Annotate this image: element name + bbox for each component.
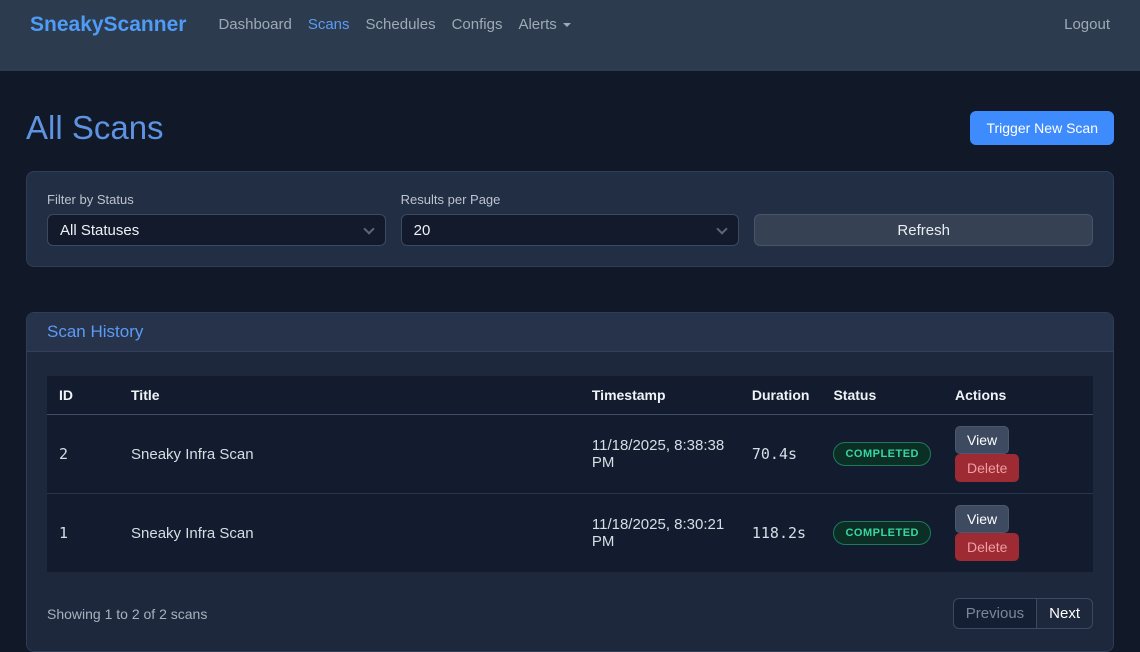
navbar: SneakyScanner Dashboard Scans Schedules … <box>0 0 1140 71</box>
per-page-select-wrap: 20 <box>401 214 740 246</box>
nav-links: Dashboard Scans Schedules Configs Alerts <box>210 12 578 37</box>
scan-history-card: Scan History ID Title Timestamp Dur <box>26 312 1114 652</box>
scan-title: Sneaky Infra Scan <box>119 415 580 494</box>
status-filter-select[interactable]: All Statuses <box>47 214 386 246</box>
caret-down-icon <box>563 23 571 27</box>
next-page-button[interactable]: Next <box>1036 598 1093 629</box>
scan-id: 2 <box>47 415 119 494</box>
status-filter-group: Filter by Status All Statuses <box>47 192 386 246</box>
column-header-timestamp: Timestamp <box>580 376 740 415</box>
per-page-select[interactable]: 20 <box>401 214 740 246</box>
filter-panel: Filter by Status All Statuses Results pe… <box>26 171 1114 267</box>
status-filter-label: Filter by Status <box>47 192 386 207</box>
column-header-duration: Duration <box>740 376 822 415</box>
scan-actions-cell: View Delete <box>943 415 1093 494</box>
nav-item-schedules[interactable]: Schedules <box>358 12 444 37</box>
delete-button[interactable]: Delete <box>955 454 1019 482</box>
pagination: Previous Next <box>953 598 1093 629</box>
table-footer: Showing 1 to 2 of 2 scans Previous Next <box>47 598 1093 629</box>
logout-link[interactable]: Logout <box>1064 16 1110 33</box>
per-page-label: Results per Page <box>401 192 740 207</box>
scan-status-cell: COMPLETED <box>821 494 943 573</box>
nav-item-scans[interactable]: Scans <box>300 12 358 37</box>
delete-button[interactable]: Delete <box>955 533 1019 561</box>
status-filter-select-wrap: All Statuses <box>47 214 386 246</box>
results-summary: Showing 1 to 2 of 2 scans <box>47 606 207 622</box>
page-title: All Scans <box>26 109 164 147</box>
page-container: All Scans Trigger New Scan Filter by Sta… <box>0 109 1140 652</box>
table-header-row: ID Title Timestamp Duration Status Actio… <box>47 376 1093 415</box>
scan-id: 1 <box>47 494 119 573</box>
scan-timestamp: 11/18/2025, 8:38:38 PM <box>580 415 740 494</box>
view-button[interactable]: View <box>955 426 1009 454</box>
table-row: 2 Sneaky Infra Scan 11/18/2025, 8:38:38 … <box>47 415 1093 494</box>
scan-table: ID Title Timestamp Duration Status Actio… <box>47 376 1093 572</box>
nav-item-configs[interactable]: Configs <box>444 12 511 37</box>
scan-history-header: Scan History <box>27 313 1113 352</box>
nav-item-dashboard[interactable]: Dashboard <box>210 12 299 37</box>
column-header-actions: Actions <box>943 376 1093 415</box>
page-header: All Scans Trigger New Scan <box>26 109 1114 147</box>
scan-duration: 70.4s <box>740 415 822 494</box>
refresh-group: Refresh <box>754 192 1093 246</box>
trigger-new-scan-button[interactable]: Trigger New Scan <box>970 111 1114 145</box>
nav-item-alerts-label: Alerts <box>518 16 556 33</box>
status-badge: COMPLETED <box>833 442 931 466</box>
table-row: 1 Sneaky Infra Scan 11/18/2025, 8:30:21 … <box>47 494 1093 573</box>
scan-title: Sneaky Infra Scan <box>119 494 580 573</box>
nav-item-alerts[interactable]: Alerts <box>510 12 578 37</box>
scan-duration: 118.2s <box>740 494 822 573</box>
status-badge: COMPLETED <box>833 521 931 545</box>
refresh-button[interactable]: Refresh <box>754 214 1093 246</box>
scan-status-cell: COMPLETED <box>821 415 943 494</box>
per-page-group: Results per Page 20 <box>401 192 740 246</box>
column-header-title: Title <box>119 376 580 415</box>
scan-timestamp: 11/18/2025, 8:30:21 PM <box>580 494 740 573</box>
scan-actions-cell: View Delete <box>943 494 1093 573</box>
brand-logo[interactable]: SneakyScanner <box>30 13 186 37</box>
column-header-status: Status <box>821 376 943 415</box>
previous-page-button[interactable]: Previous <box>953 598 1037 629</box>
scan-history-body: ID Title Timestamp Duration Status Actio… <box>27 352 1113 651</box>
column-header-id: ID <box>47 376 119 415</box>
view-button[interactable]: View <box>955 505 1009 533</box>
